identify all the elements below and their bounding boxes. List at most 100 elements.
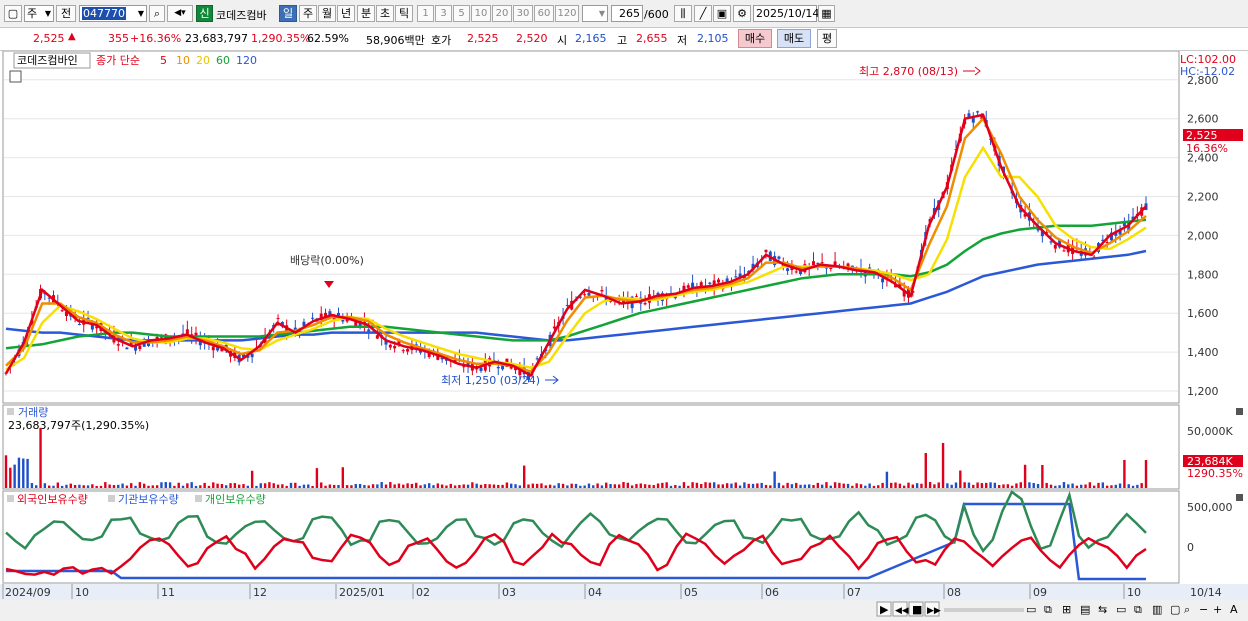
minus-icon[interactable]: − [1199, 603, 1208, 616]
price-y-tick: 1,200 [1187, 385, 1219, 398]
interval-30[interactable]: 30 [513, 5, 533, 22]
volume-bar [458, 484, 461, 488]
draw-line-icon[interactable]: ╱ [694, 5, 712, 22]
low-label: 저 [677, 34, 688, 47]
volume-bar [531, 483, 535, 488]
save-icon[interactable]: ▣ [713, 5, 731, 22]
type-select[interactable]: 주 ▼ [24, 5, 54, 22]
volume-bar [769, 485, 772, 488]
copy-icon[interactable]: ⧉ [1044, 603, 1052, 616]
volume-bar [121, 483, 124, 488]
period-tab-tick[interactable]: 틱 [395, 5, 413, 22]
volume-bar [795, 482, 798, 488]
price-y-tick: 2,800 [1187, 74, 1219, 87]
volume-bar [622, 482, 625, 488]
volume-bar [427, 483, 431, 488]
candle-body [250, 353, 254, 358]
volume-bar [82, 485, 85, 488]
table-icon[interactable] [9, 70, 22, 83]
sell-button[interactable]: 매도 [777, 29, 811, 48]
volume-bar [440, 484, 444, 488]
zoom-icon[interactable]: ⌕ [1184, 603, 1190, 616]
toolbar: ▢ 주 ▼ 전 047770 ▼ ⌕ ◀▾ 신 코데즈컴바 일 주 월 년 분 초 … [0, 0, 1248, 28]
volume-bar [1002, 484, 1005, 488]
volume-bar [1114, 484, 1117, 488]
volume-bar [1136, 484, 1139, 488]
volume-bar [820, 484, 824, 488]
candle-body [388, 344, 392, 348]
jeon-button[interactable]: 전 [56, 5, 76, 22]
interval-custom-select[interactable]: ▼ [582, 5, 608, 22]
holdings-close-icon[interactable] [1236, 494, 1243, 501]
average-button[interactable]: 평 [817, 29, 837, 48]
volume-bar [384, 484, 388, 488]
window2-icon[interactable]: ▢ [1170, 603, 1180, 616]
search-icon[interactable]: ⌕ [149, 5, 165, 22]
interval-120[interactable]: 120 [555, 5, 579, 22]
volume-bar [134, 485, 137, 488]
scroll-thumb[interactable] [944, 608, 1024, 612]
period-tab-day[interactable]: 일 [279, 5, 297, 22]
buy-button[interactable]: 매수 [738, 29, 772, 48]
multi-icon[interactable]: ⧉ [1134, 603, 1142, 616]
volume-bar [341, 467, 345, 488]
calendar-icon[interactable]: ▦ [818, 5, 835, 22]
volume-bar [872, 485, 876, 488]
stock-code-input[interactable]: 047770 ▼ [79, 5, 147, 22]
volume-bar [1131, 485, 1135, 488]
chart-area[interactable]: 코데즈컴바인 종가 단순 5 10 20 60 120 LC:102.00 HC… [0, 51, 1248, 621]
volume-bar [989, 482, 992, 488]
interval-1[interactable]: 1 [417, 5, 434, 22]
volume-bar [289, 482, 293, 488]
volume-bar [380, 482, 383, 488]
window-icon[interactable]: ▢ [4, 5, 22, 22]
volume-bar [933, 484, 936, 488]
volume-bar [695, 482, 699, 488]
volume-bar [613, 484, 617, 488]
period-tab-year[interactable]: 년 [337, 5, 355, 22]
volume-bar [39, 428, 42, 488]
interval-20[interactable]: 20 [492, 5, 512, 22]
period-tab-month[interactable]: 월 [318, 5, 336, 22]
candle-body [1049, 241, 1053, 243]
plus-icon[interactable]: + [1213, 603, 1222, 616]
period-tab-week[interactable]: 주 [299, 5, 317, 22]
date-input[interactable]: 2025/10/14 [753, 5, 819, 22]
interval-10[interactable]: 10 [471, 5, 491, 22]
count-input[interactable]: 265 [611, 5, 643, 22]
candle-icon[interactable]: ⫼ [674, 5, 692, 22]
volume-bar [376, 484, 379, 488]
volume-bar [475, 483, 478, 488]
volume-bar [928, 482, 932, 488]
volume-bar [155, 485, 159, 488]
volume-bar [993, 482, 997, 488]
price-change: 355 [108, 32, 129, 45]
volume-bar [976, 482, 979, 488]
volume-bar [393, 484, 396, 488]
candle-body [1062, 250, 1066, 252]
screen-icon[interactable]: ▭ [1116, 603, 1126, 616]
volume-bar [255, 485, 258, 488]
compare-icon[interactable]: ⇆ [1098, 603, 1107, 616]
volume-bar [332, 484, 336, 488]
candle-body [587, 292, 591, 296]
quote-bar: 2,525 ▲ 355 +16.36% 23,683,797 1,290.35%… [0, 28, 1248, 51]
font-size-icon[interactable]: A [1230, 603, 1238, 616]
panel-icon[interactable]: ▥ [1152, 603, 1162, 616]
split-icon[interactable]: ⊞ [1062, 603, 1071, 616]
volume-bar [738, 485, 742, 488]
interval-3[interactable]: 3 [435, 5, 452, 22]
layout-icon[interactable]: ▤ [1080, 603, 1090, 616]
zoom-window-icon[interactable]: ▭ [1026, 603, 1036, 616]
gear-icon[interactable]: ⚙ [733, 5, 751, 22]
volume-bar [1097, 482, 1100, 488]
interval-5[interactable]: 5 [453, 5, 470, 22]
volume-close-icon[interactable] [1236, 408, 1243, 415]
volume-bar [181, 485, 185, 488]
interval-60[interactable]: 60 [534, 5, 554, 22]
speaker-icon[interactable]: ◀▾ [167, 5, 193, 22]
period-tab-second[interactable]: 초 [376, 5, 394, 22]
volume-bar [1010, 485, 1014, 488]
period-tab-minute[interactable]: 분 [357, 5, 375, 22]
x-label-09: 09 [1033, 586, 1047, 599]
